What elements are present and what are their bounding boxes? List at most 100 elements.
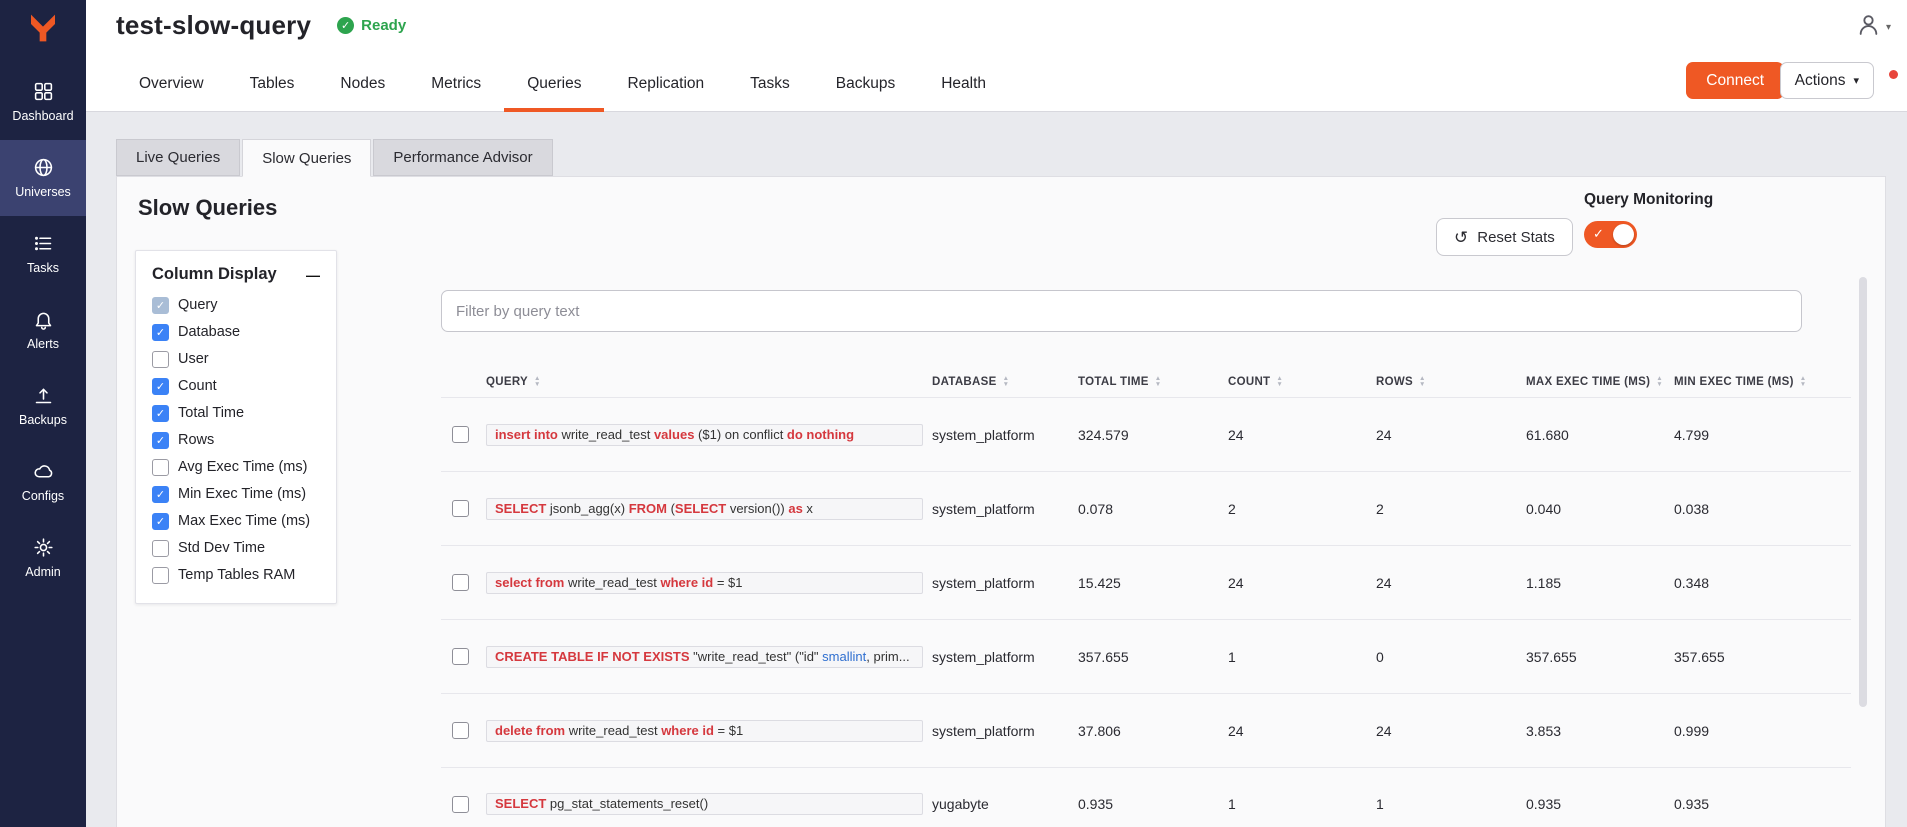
column-header-query[interactable]: QUERY▲▼ — [486, 376, 932, 388]
database-cell: system_platform — [932, 427, 1078, 443]
checkbox-icon[interactable]: ✓ — [152, 513, 169, 530]
database-cell: yugabyte — [932, 796, 1078, 812]
tab-replication[interactable]: Replication — [604, 59, 727, 112]
query-cell[interactable]: insert into write_read_test values ($1) … — [486, 424, 923, 446]
tab-overview[interactable]: Overview — [116, 59, 227, 112]
rows-cell: 0 — [1376, 649, 1526, 665]
admin-icon — [33, 537, 54, 558]
sidebar-item-label: Configs — [22, 489, 64, 503]
count-cell: 1 — [1228, 796, 1376, 812]
actions-button[interactable]: Actions ▾ — [1780, 62, 1874, 99]
checkbox-icon[interactable]: ✓ — [152, 405, 169, 422]
column-header-total-time[interactable]: TOTAL TIME▲▼ — [1078, 376, 1228, 388]
query-cell[interactable]: SELECT pg_stat_statements_reset() — [486, 793, 923, 815]
checkbox-icon[interactable] — [152, 540, 169, 557]
row-select-cell — [441, 796, 486, 813]
count-cell: 24 — [1228, 575, 1376, 591]
column-option-label: Query — [178, 297, 218, 313]
min-exec-time-ms-cell: 357.655 — [1674, 649, 1851, 665]
tab-backups[interactable]: Backups — [813, 59, 918, 112]
sidebar-item-label: Admin — [25, 565, 60, 579]
sidebar-item-dashboard[interactable]: Dashboard — [0, 64, 86, 140]
database-cell: system_platform — [932, 501, 1078, 517]
checkbox-icon[interactable]: ✓ — [152, 324, 169, 341]
tab-health[interactable]: Health — [918, 59, 1009, 112]
sidebar-item-label: Dashboard — [12, 109, 73, 123]
checkbox-icon[interactable] — [152, 459, 169, 476]
column-option-rows[interactable]: ✓Rows — [152, 430, 320, 450]
row-checkbox[interactable] — [452, 574, 469, 591]
column-option-database[interactable]: ✓Database — [152, 322, 320, 342]
tab-metrics[interactable]: Metrics — [408, 59, 504, 112]
column-header-count[interactable]: COUNT▲▼ — [1228, 376, 1376, 388]
query-cell[interactable]: CREATE TABLE IF NOT EXISTS "write_read_t… — [486, 646, 923, 668]
row-select-cell — [441, 648, 486, 665]
column-option-count[interactable]: ✓Count — [152, 376, 320, 396]
column-option-min-exec-time-ms[interactable]: ✓Min Exec Time (ms) — [152, 484, 320, 504]
yugabyte-logo-icon[interactable] — [0, 0, 86, 56]
checkbox-icon[interactable]: ✓ — [152, 297, 169, 314]
row-checkbox[interactable] — [452, 500, 469, 517]
row-checkbox[interactable] — [452, 426, 469, 443]
table-scrollbar[interactable] — [1859, 277, 1867, 707]
total-time-cell: 0.935 — [1078, 796, 1228, 812]
backups-icon — [33, 385, 54, 406]
column-header-min-exec-time-ms[interactable]: MIN EXEC TIME (MS)▲▼ — [1674, 376, 1851, 388]
user-icon — [1856, 12, 1881, 42]
checkbox-icon[interactable]: ✓ — [152, 378, 169, 395]
column-option-query[interactable]: ✓ Query — [152, 295, 320, 315]
sidebar-item-configs[interactable]: Configs — [0, 444, 86, 520]
column-option-temp-tables-ram[interactable]: Temp Tables RAM — [152, 565, 320, 585]
slow-queries-table: QUERY▲▼DATABASE▲▼TOTAL TIME▲▼COUNT▲▼ROWS… — [441, 367, 1851, 827]
table-body: insert into write_read_test values ($1) … — [441, 397, 1851, 827]
query-filter-input[interactable] — [441, 290, 1802, 332]
column-option-std-dev-time[interactable]: Std Dev Time — [152, 538, 320, 558]
row-checkbox[interactable] — [452, 648, 469, 665]
subtab-live-queries[interactable]: Live Queries — [116, 139, 240, 176]
column-header-rows[interactable]: ROWS▲▼ — [1376, 376, 1526, 388]
tab-nodes[interactable]: Nodes — [317, 59, 408, 112]
column-header-database[interactable]: DATABASE▲▼ — [932, 376, 1078, 388]
query-monitoring-toggle[interactable]: ✓ — [1584, 221, 1637, 248]
sql-segment: SELECT — [495, 501, 550, 516]
sidebar-item-alerts[interactable]: Alerts — [0, 292, 86, 368]
query-cell-wrap: SELECT pg_stat_statements_reset() — [486, 793, 932, 815]
checkbox-icon[interactable] — [152, 351, 169, 368]
query-cell[interactable]: select from write_read_test where id = $… — [486, 572, 923, 594]
max-exec-time-ms-cell: 0.040 — [1526, 501, 1674, 517]
column-option-avg-exec-time-ms[interactable]: Avg Exec Time (ms) — [152, 457, 320, 477]
query-cell[interactable]: delete from write_read_test where id = $… — [486, 720, 923, 742]
sidebar-item-admin[interactable]: Admin — [0, 520, 86, 596]
query-cell[interactable]: SELECT jsonb_agg(x) FROM (SELECT version… — [486, 498, 923, 520]
sidebar-item-universes[interactable]: Universes — [0, 140, 86, 216]
min-exec-time-ms-cell: 0.935 — [1674, 796, 1851, 812]
checkbox-icon[interactable] — [152, 567, 169, 584]
sql-segment: smallint — [822, 649, 866, 664]
subtab-slow-queries[interactable]: Slow Queries — [242, 139, 371, 177]
reset-stats-button[interactable]: ↺ Reset Stats — [1436, 218, 1573, 256]
user-menu[interactable]: ▾ — [1856, 12, 1891, 42]
column-header-max-exec-time-ms[interactable]: MAX EXEC TIME (MS)▲▼ — [1526, 376, 1674, 388]
count-cell: 24 — [1228, 427, 1376, 443]
total-time-cell: 0.078 — [1078, 501, 1228, 517]
sidebar-item-backups[interactable]: Backups — [0, 368, 86, 444]
sidebar-item-label: Tasks — [27, 261, 59, 275]
min-exec-time-ms-cell: 4.799 — [1674, 427, 1851, 443]
column-option-total-time[interactable]: ✓Total Time — [152, 403, 320, 423]
checkbox-icon[interactable]: ✓ — [152, 486, 169, 503]
column-option-max-exec-time-ms[interactable]: ✓Max Exec Time (ms) — [152, 511, 320, 531]
sidebar-item-tasks[interactable]: Tasks — [0, 216, 86, 292]
sql-segment: select from — [495, 575, 568, 590]
row-checkbox[interactable] — [452, 722, 469, 739]
tab-tables[interactable]: Tables — [227, 59, 318, 112]
tab-tasks[interactable]: Tasks — [727, 59, 813, 112]
checkbox-icon[interactable]: ✓ — [152, 432, 169, 449]
tab-queries[interactable]: Queries — [504, 59, 604, 112]
row-checkbox[interactable] — [452, 796, 469, 813]
dashboard-icon — [33, 81, 54, 102]
subtab-performance-advisor[interactable]: Performance Advisor — [373, 139, 552, 176]
column-option-user[interactable]: User — [152, 349, 320, 369]
sidebar-item-label: Alerts — [27, 337, 59, 351]
connect-button[interactable]: Connect — [1686, 62, 1784, 99]
collapse-icon[interactable]: — — [306, 267, 320, 283]
